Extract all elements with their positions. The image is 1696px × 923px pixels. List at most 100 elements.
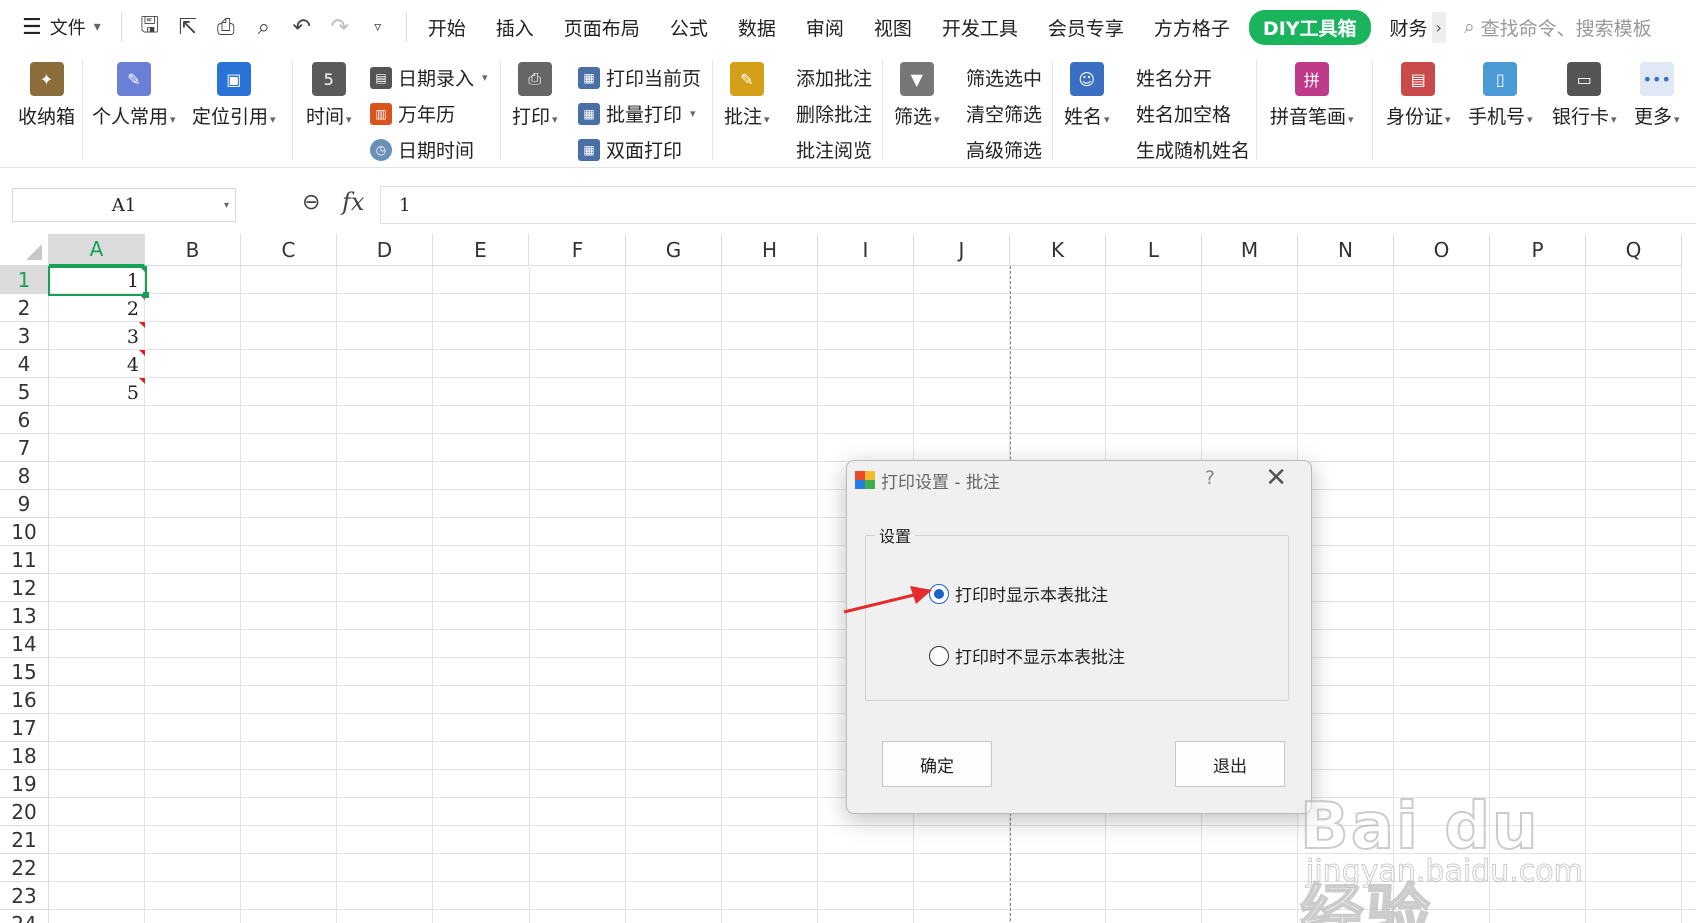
row-header-17[interactable]: 17 [0, 714, 49, 742]
clear-filter-button[interactable]: 清空筛选 [966, 100, 1042, 127]
advanced-filter-button[interactable]: 高级筛选 [966, 136, 1042, 163]
customize-icon[interactable]: ▿ [366, 19, 390, 35]
filter-button[interactable]: ▼ 筛选 ▾ [894, 62, 940, 129]
row-header-12[interactable]: 12 [0, 574, 49, 602]
cell-a2[interactable]: 2 [50, 294, 145, 322]
redo-icon[interactable]: ↷ [328, 15, 352, 40]
column-header-b[interactable]: B [145, 234, 241, 266]
row-header-21[interactable]: 21 [0, 826, 49, 854]
radio-unselected-icon[interactable] [929, 645, 949, 666]
pinyin-button[interactable]: 拼 拼音笔画 ▾ [1270, 62, 1354, 129]
row-header-7[interactable]: 7 [0, 434, 49, 462]
print-current-button[interactable]: ▦ 打印当前页 [578, 64, 701, 91]
search-box[interactable]: ⌕ 查找命令、搜索模板 [1464, 14, 1652, 41]
column-header-m[interactable]: M [1202, 234, 1298, 266]
batch-print-button[interactable]: ▦ 批量打印 ▾ [578, 100, 696, 127]
column-header-f[interactable]: F [530, 234, 626, 266]
tab-view[interactable]: 视图 [859, 14, 927, 41]
row-header-10[interactable]: 10 [0, 518, 49, 546]
row-header-3[interactable]: 3 [0, 322, 49, 350]
column-header-j[interactable]: J [914, 234, 1010, 266]
zoom-icon[interactable]: ⊖ [302, 190, 320, 215]
close-icon[interactable]: ✕ [1265, 463, 1287, 493]
print-preview-icon[interactable]: ⌕ [252, 15, 276, 40]
date-entry-button[interactable]: ▤ 日期录入 ▾ [370, 64, 488, 91]
row-header-15[interactable]: 15 [0, 658, 49, 686]
tab-fangfang[interactable]: 方方格子 [1139, 14, 1245, 41]
print-icon[interactable]: ⎙ [214, 15, 238, 40]
column-header-n[interactable]: N [1298, 234, 1394, 266]
row-header-9[interactable]: 9 [0, 490, 49, 518]
personal-button[interactable]: ✎ 个人常用 ▾ [92, 62, 176, 129]
save-icon[interactable]: 🖫 [138, 8, 162, 46]
help-icon[interactable]: ? [1205, 467, 1215, 489]
row-header-8[interactable]: 8 [0, 462, 49, 490]
radio-show-comments[interactable]: 打印时显示本表批注 [929, 581, 1108, 606]
column-header-g[interactable]: G [626, 234, 722, 266]
cell-a5[interactable]: 5 [50, 378, 145, 406]
row-header-16[interactable]: 16 [0, 686, 49, 714]
chevron-down-icon[interactable]: ▾ [224, 200, 229, 211]
random-name-button[interactable]: 生成随机姓名 [1136, 136, 1250, 163]
row-header-18[interactable]: 18 [0, 742, 49, 770]
name-box[interactable]: A1 ▾ [12, 188, 236, 222]
tab-insert[interactable]: 插入 [481, 14, 549, 41]
column-header-a[interactable]: A [49, 234, 145, 266]
row-header-11[interactable]: 11 [0, 546, 49, 574]
column-header-l[interactable]: L [1106, 234, 1202, 266]
tab-page-layout[interactable]: 页面布局 [549, 14, 655, 41]
locate-button[interactable]: ▣ 定位引用 ▾ [192, 62, 276, 129]
review-comment-button[interactable]: 批注阅览 [796, 136, 872, 163]
row-header-6[interactable]: 6 [0, 406, 49, 434]
row-header-23[interactable]: 23 [0, 882, 49, 910]
print-button[interactable]: ⎙ 打印 ▾ [512, 62, 558, 129]
column-header-h[interactable]: H [722, 234, 818, 266]
export-icon[interactable]: ⇱ [176, 15, 200, 40]
undo-icon[interactable]: ↶ [290, 15, 314, 40]
ok-button[interactable]: 确定 [882, 741, 992, 787]
row-header-4[interactable]: 4 [0, 350, 49, 378]
phone-button[interactable]: ▯ 手机号 ▾ [1468, 62, 1533, 129]
row-header-22[interactable]: 22 [0, 854, 49, 882]
tab-finance[interactable]: 财务 [1375, 14, 1432, 41]
tab-developer[interactable]: 开发工具 [927, 14, 1033, 41]
fx-icon[interactable]: fx [342, 188, 364, 216]
cell-a3[interactable]: 3 [50, 322, 145, 350]
file-menu[interactable]: ☰ 文件 ▾ [0, 0, 115, 54]
split-name-button[interactable]: 姓名分开 [1136, 64, 1212, 91]
tab-member[interactable]: 会员专享 [1033, 14, 1139, 41]
calendar-button[interactable]: ▥ 万年历 [370, 100, 455, 127]
more-button[interactable]: ••• 更多 ▾ [1634, 62, 1680, 129]
column-header-c[interactable]: C [241, 234, 337, 266]
duplex-print-button[interactable]: ▦ 双面打印 [578, 136, 682, 163]
row-header-19[interactable]: 19 [0, 770, 49, 798]
chevron-right-icon[interactable]: › [1431, 11, 1446, 43]
tab-home[interactable]: 开始 [413, 14, 481, 41]
column-header-p[interactable]: P [1490, 234, 1586, 266]
row-header-24[interactable]: 24 [0, 910, 49, 923]
tab-formulas[interactable]: 公式 [655, 14, 723, 41]
exit-button[interactable]: 退出 [1175, 741, 1285, 787]
add-comment-button[interactable]: 添加批注 [796, 64, 872, 91]
filter-selected-button[interactable]: 筛选选中 [966, 64, 1042, 91]
time-button[interactable]: 5 时间 ▾ [306, 62, 352, 129]
column-header-k[interactable]: K [1010, 234, 1106, 266]
row-header-2[interactable]: 2 [0, 294, 49, 322]
row-header-14[interactable]: 14 [0, 630, 49, 658]
row-header-5[interactable]: 5 [0, 378, 49, 406]
column-header-e[interactable]: E [433, 234, 529, 266]
formula-input[interactable]: 1 [380, 186, 1696, 224]
row-header-1[interactable]: 1 [0, 266, 49, 294]
row-header-20[interactable]: 20 [0, 798, 49, 826]
name-space-button[interactable]: 姓名加空格 [1136, 100, 1231, 127]
column-header-o[interactable]: O [1394, 234, 1490, 266]
toolbox-button[interactable]: ✦ 收纳箱 [18, 62, 75, 129]
comment-button[interactable]: ✎ 批注 ▾ [724, 62, 770, 129]
id-card-button[interactable]: ▤ 身份证 ▾ [1386, 62, 1451, 129]
column-header-i[interactable]: I [818, 234, 914, 266]
radio-hide-comments[interactable]: 打印时不显示本表批注 [929, 643, 1125, 668]
delete-comment-button[interactable]: 删除批注 [796, 100, 872, 127]
column-header-d[interactable]: D [337, 234, 433, 266]
tab-diy-toolbox[interactable]: DIY工具箱 [1248, 9, 1371, 45]
name-button[interactable]: ☺ 姓名 ▾ [1064, 62, 1110, 129]
